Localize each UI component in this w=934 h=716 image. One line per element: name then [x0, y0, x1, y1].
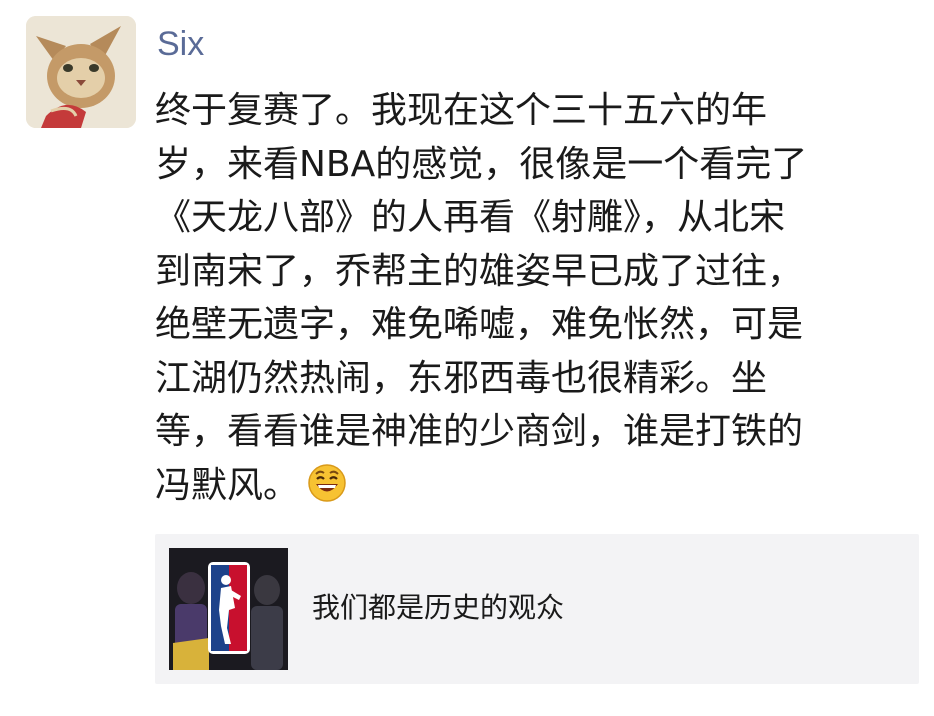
grinning-face-emoji-icon	[308, 463, 346, 502]
post-text-last-line: 冯默风。	[155, 459, 915, 513]
cat-avatar-icon	[26, 16, 136, 128]
author-name[interactable]: Six	[157, 22, 204, 66]
nba-logo-icon	[169, 548, 288, 670]
moments-post: Six 终于复赛了。我现在这个三十五六的年 岁，来看NBA的感觉，很像是一个看完…	[0, 0, 934, 716]
link-thumbnail	[169, 548, 288, 670]
post-text-line: 终于复赛了。我现在这个三十五六的年	[155, 90, 768, 131]
post-text-line: 绝壁无遗字，难免唏嘘，难免怅然，可是	[155, 304, 804, 345]
post-text: 终于复赛了。我现在这个三十五六的年 岁，来看NBA的感觉，很像是一个看完了 《天…	[155, 84, 915, 512]
post-text-line-content: 冯默风。	[155, 464, 300, 506]
post-text-line: 岁，来看NBA的感觉，很像是一个看完了	[155, 143, 808, 185]
avatar[interactable]	[26, 16, 136, 128]
link-title: 我们都是历史的观众	[312, 591, 565, 624]
post-text-line: 江湖仍然热闹，东邪西毒也很精彩。坐	[155, 357, 768, 399]
post-text-line: 《天龙八部》的人再看《射雕》，从北宋	[155, 197, 786, 238]
post-text-line: 等，看看谁是神准的少商剑，谁是打铁的	[155, 411, 804, 452]
post-text-line: 到南宋了，乔帮主的雄姿早已成了过往，	[155, 250, 804, 292]
shared-link-card[interactable]: 我们都是历史的观众	[155, 534, 919, 684]
